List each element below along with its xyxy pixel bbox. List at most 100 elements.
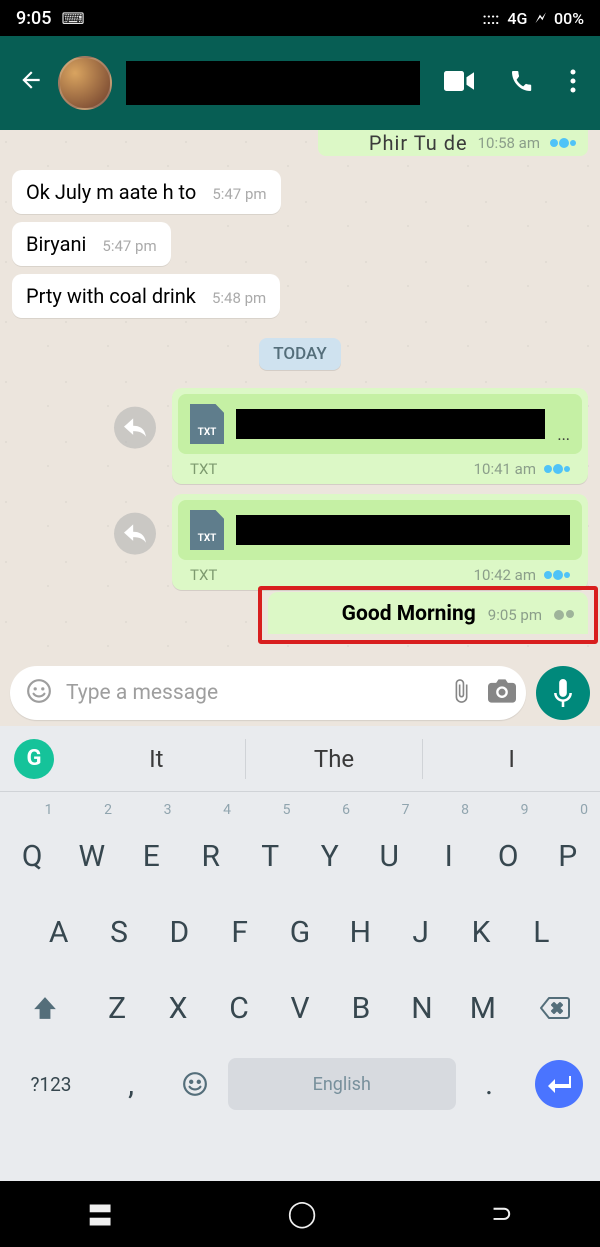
file-type-label: TXT (190, 460, 217, 478)
period-key[interactable]: . (459, 1052, 519, 1116)
status-time: 9:05 (16, 8, 51, 29)
key-z[interactable]: Z (88, 976, 146, 1040)
keyboard-row-2: ASDFGHJKL (0, 894, 600, 970)
outgoing-file-message[interactable]: TXT TXT 10:42 am (172, 494, 588, 590)
key-o[interactable]: 9O (480, 824, 537, 888)
key-i[interactable]: 8I (421, 824, 478, 888)
keyboard-row-3: ZXCVBNM (0, 970, 600, 1046)
file-name-ellipsis: ... (557, 425, 570, 444)
message-text: Biryani (26, 232, 86, 256)
chat-header (0, 36, 600, 130)
more-menu-icon[interactable] (570, 69, 576, 97)
txt-file-icon: TXT (190, 510, 224, 550)
suggestion-bar: G It The I (0, 726, 600, 792)
file-attachment[interactable]: TXT (178, 500, 582, 560)
message-text: Phir Tu de (369, 131, 468, 155)
symbols-key[interactable]: ?123 (4, 1052, 98, 1116)
key-r[interactable]: 4R (183, 824, 240, 888)
voice-call-icon[interactable] (510, 69, 534, 97)
recent-apps-button[interactable]: 〓 (87, 1196, 113, 1233)
suggestion-2[interactable]: The (246, 739, 424, 779)
camera-icon[interactable] (488, 679, 516, 707)
back-arrow-icon[interactable] (18, 67, 44, 100)
message-input[interactable]: Type a message (10, 666, 526, 720)
key-n[interactable]: N (393, 976, 451, 1040)
read-receipt-icon (544, 464, 570, 474)
key-j[interactable]: J (392, 900, 449, 964)
message-text: Prty with coal drink (26, 284, 196, 308)
android-nav-bar: 〓 ◯ ⊂ (0, 1181, 600, 1247)
space-key[interactable]: English (228, 1058, 456, 1110)
message-time: 10:42 am (474, 566, 536, 584)
contact-avatar[interactable] (58, 56, 112, 110)
comma-key[interactable]: , (101, 1052, 161, 1116)
message-time: 5:48 pm (212, 289, 266, 307)
key-b[interactable]: B (332, 976, 390, 1040)
suggestion-3[interactable]: I (423, 739, 600, 779)
key-k[interactable]: K (452, 900, 509, 964)
incoming-message[interactable]: Biryani 5:47 pm (12, 222, 171, 266)
highlighted-message: Good Morning 9:05 pm (268, 592, 588, 634)
key-d[interactable]: D (151, 900, 208, 964)
incoming-message[interactable]: Ok July m aate h to 5:47 pm (12, 170, 281, 214)
signal-icon: :::: (483, 9, 500, 28)
status-bar: 9:05 ⌨ :::: 4G 🗲 00% (0, 0, 600, 36)
soft-keyboard: G It The I 1Q2W3E4R5T6Y7U8I9O0P ASDFGHJK… (0, 726, 600, 1181)
forward-icon[interactable] (114, 407, 156, 449)
message-time: 5:47 pm (212, 185, 266, 203)
enter-key[interactable] (522, 1052, 596, 1116)
date-separator: TODAY (259, 338, 340, 370)
network-label: 4G (507, 9, 527, 28)
video-call-icon[interactable] (444, 71, 474, 95)
txt-file-icon: TXT (190, 404, 224, 444)
grammarly-icon[interactable]: G (14, 739, 54, 779)
key-p[interactable]: 0P (540, 824, 597, 888)
forward-icon[interactable] (114, 513, 156, 555)
keyboard-row-4: ?123 , English . (0, 1046, 600, 1126)
attach-icon[interactable] (448, 678, 474, 708)
message-input-bar: Type a message (0, 660, 600, 726)
message-time: 10:58 am (478, 134, 540, 152)
key-l[interactable]: L (513, 900, 570, 964)
outgoing-file-message[interactable]: TXT ... TXT 10:41 am (172, 388, 588, 484)
key-f[interactable]: F (211, 900, 268, 964)
message-text: Ok July m aate h to (26, 180, 196, 204)
shift-key[interactable] (4, 976, 85, 1040)
input-placeholder: Type a message (66, 681, 434, 705)
suggestion-1[interactable]: It (68, 739, 246, 779)
key-v[interactable]: V (271, 976, 329, 1040)
key-t[interactable]: 5T (242, 824, 299, 888)
message-time: 5:47 pm (102, 237, 156, 255)
key-q[interactable]: 1Q (4, 824, 61, 888)
message-time: 10:41 am (474, 460, 536, 478)
file-type-label: TXT (190, 566, 217, 584)
key-h[interactable]: H (332, 900, 389, 964)
key-c[interactable]: C (210, 976, 268, 1040)
voice-message-button[interactable] (536, 666, 590, 720)
emoji-key[interactable] (164, 1052, 224, 1116)
key-a[interactable]: A (30, 900, 87, 964)
back-button[interactable]: ⊂ (491, 1199, 513, 1229)
home-button[interactable]: ◯ (288, 1199, 317, 1229)
contact-name-redacted[interactable] (126, 61, 420, 105)
outgoing-message-partial[interactable]: Phir Tu de 10:58 am (318, 130, 588, 156)
keyboard-row-1: 1Q2W3E4R5T6Y7U8I9O0P (0, 792, 600, 894)
read-receipt-icon (550, 138, 576, 148)
key-g[interactable]: G (271, 900, 328, 964)
key-u[interactable]: 7U (361, 824, 418, 888)
key-w[interactable]: 2W (64, 824, 121, 888)
key-m[interactable]: M (454, 976, 512, 1040)
file-attachment[interactable]: TXT ... (178, 394, 582, 454)
key-x[interactable]: X (149, 976, 207, 1040)
battery-percent: 00% (554, 9, 584, 28)
keyboard-indicator-icon: ⌨ (61, 9, 84, 28)
read-receipt-icon (544, 570, 570, 580)
incoming-message[interactable]: Prty with coal drink 5:48 pm (12, 274, 280, 318)
chat-messages-area[interactable]: Phir Tu de 10:58 am Ok July m aate h to … (0, 130, 600, 725)
key-e[interactable]: 3E (123, 824, 180, 888)
key-y[interactable]: 6Y (302, 824, 359, 888)
key-s[interactable]: S (90, 900, 147, 964)
backspace-key[interactable] (515, 976, 596, 1040)
file-name-redacted (236, 409, 545, 439)
emoji-picker-icon[interactable] (26, 678, 52, 708)
